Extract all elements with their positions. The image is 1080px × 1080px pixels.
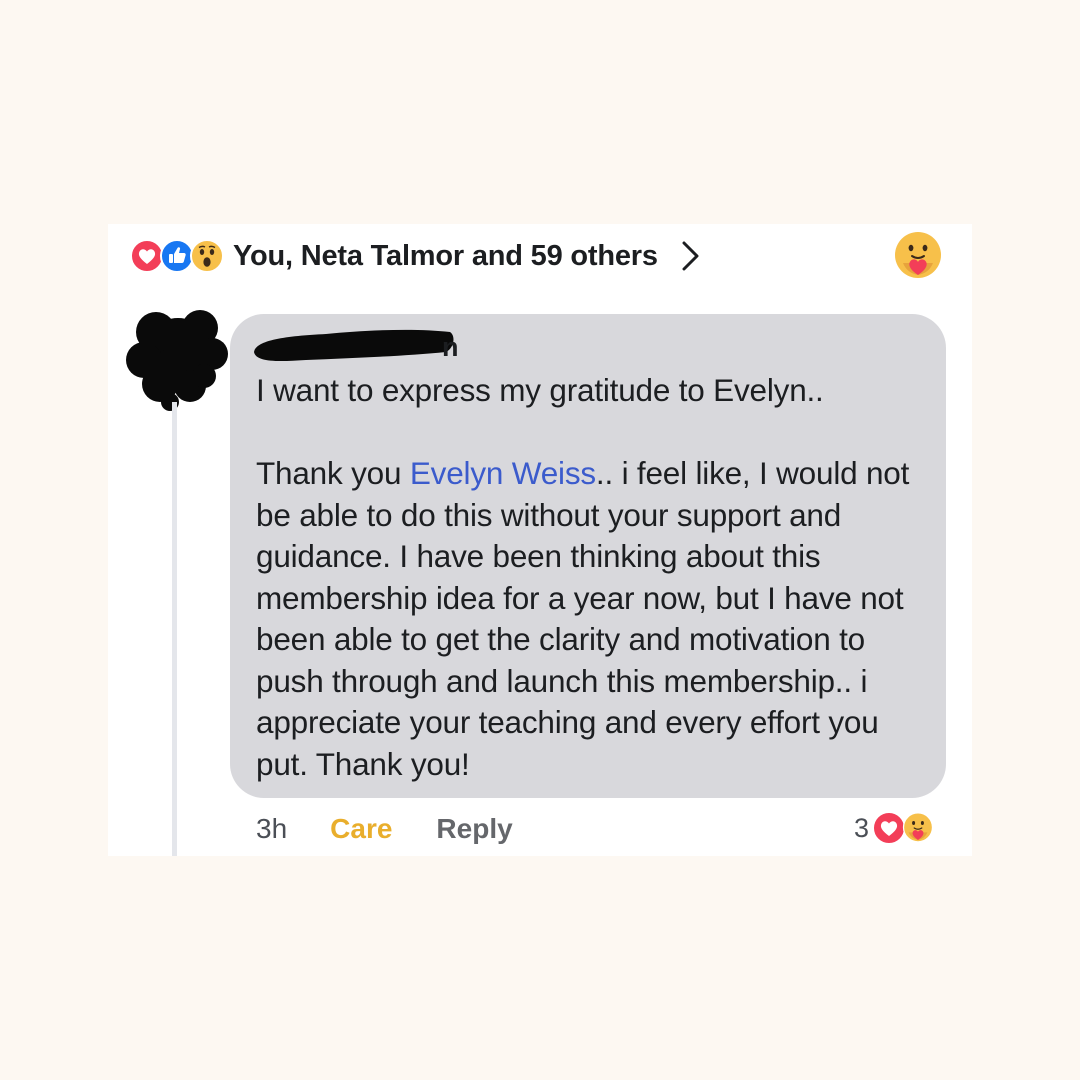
comment-text: I want to express my gratitude to Evelyn… (256, 370, 936, 785)
avatar-redaction (126, 310, 228, 411)
reactions-summary-text: You, Neta Talmor and 59 others (233, 239, 658, 272)
comment-text-after-mention: .. i feel like, I would not be able to d… (256, 455, 910, 782)
thread-line (172, 402, 177, 856)
chevron-right-icon (682, 241, 699, 271)
comment-author-name[interactable]: n (442, 332, 459, 363)
comment-reaction-count: 3 (854, 812, 870, 843)
reply-button[interactable]: Reply (436, 813, 512, 845)
care-button[interactable]: Care (330, 813, 392, 845)
comment-timestamp[interactable]: 3h (256, 813, 287, 845)
reaction-icons (130, 239, 224, 273)
comment-reactions[interactable]: 3 (854, 808, 935, 848)
comment-card: You, Neta Talmor and 59 others n I want … (108, 224, 972, 856)
mention-link[interactable]: Evelyn Weiss (410, 455, 596, 491)
care-reaction-icon (895, 232, 941, 278)
like-reaction-icon (160, 239, 194, 273)
comment-line-1: I want to express my gratitude to Evelyn… (256, 372, 824, 408)
comment-bubble[interactable]: n I want to express my gratitude to Evel… (230, 314, 946, 798)
wow-reaction-icon (190, 239, 224, 273)
comment-paragraph-2: Thank you Evelyn Weiss.. i feel like, I … (256, 453, 936, 785)
care-reaction-icon (902, 812, 934, 843)
avatar[interactable] (120, 302, 232, 412)
comment-text-before-mention: Thank you (256, 455, 410, 491)
author-name-redaction (246, 322, 458, 366)
reactions-summary[interactable]: You, Neta Talmor and 59 others (130, 232, 702, 280)
heart-reaction-icon (130, 239, 164, 273)
comment-actions: 3h Care Reply (256, 809, 513, 849)
care-reaction-button[interactable] (891, 229, 945, 283)
